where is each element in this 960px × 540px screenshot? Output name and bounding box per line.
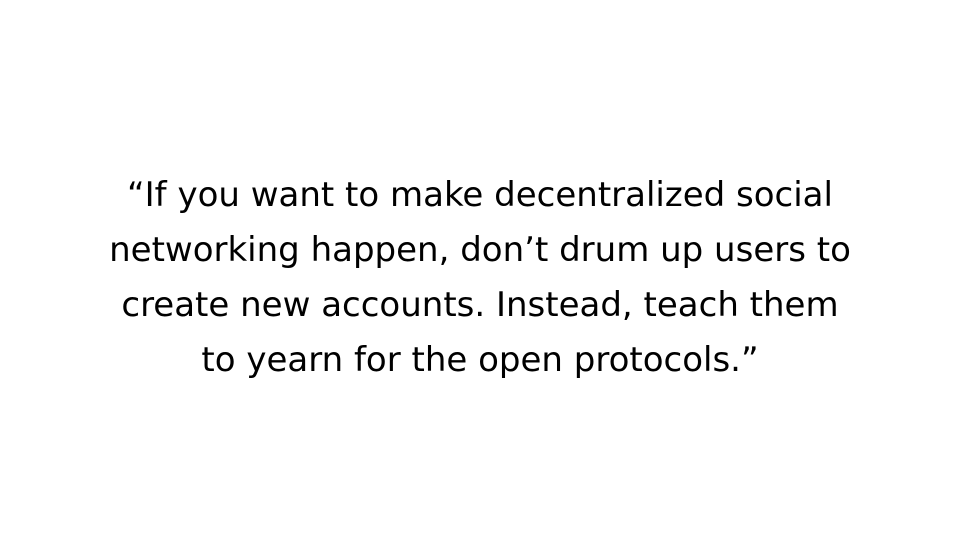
quote-line-3: create new accounts. Instead, teach them (121, 285, 839, 325)
slide: “If you want to make decentralized socia… (0, 0, 960, 540)
quote-line-1: “If you want to make decentralized socia… (127, 175, 833, 215)
quote-text: “If you want to make decentralized socia… (40, 168, 920, 388)
quote-line-4: to yearn for the open protocols.” (201, 340, 759, 380)
quote-line-2: networking happen, don’t drum up users t… (109, 230, 851, 270)
